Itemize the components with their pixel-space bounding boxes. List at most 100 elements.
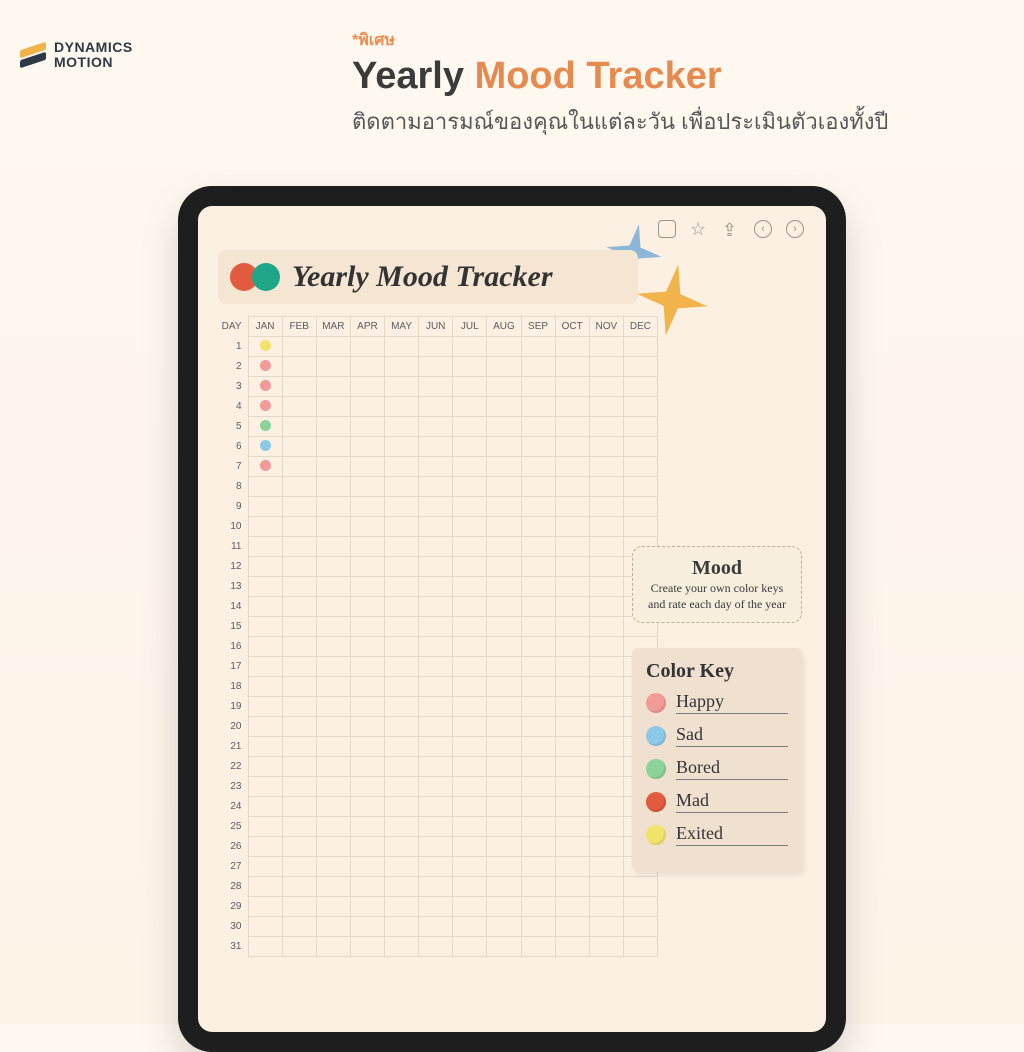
grid-cell[interactable] — [521, 757, 555, 777]
grid-cell[interactable] — [350, 897, 384, 917]
grid-cell[interactable] — [521, 397, 555, 417]
grid-cell[interactable] — [555, 477, 589, 497]
grid-cell[interactable] — [521, 537, 555, 557]
grid-cell[interactable] — [555, 877, 589, 897]
grid-cell[interactable] — [487, 797, 521, 817]
grid-cell[interactable] — [453, 537, 487, 557]
grid-cell[interactable] — [282, 817, 316, 837]
grid-cell[interactable] — [316, 757, 350, 777]
grid-cell[interactable] — [521, 937, 555, 957]
grid-cell[interactable] — [419, 897, 453, 917]
grid-cell[interactable] — [316, 877, 350, 897]
grid-cell[interactable] — [487, 897, 521, 917]
grid-cell[interactable] — [453, 457, 487, 477]
grid-cell[interactable] — [521, 597, 555, 617]
grid-cell[interactable] — [589, 737, 623, 757]
grid-cell[interactable] — [248, 677, 282, 697]
grid-cell[interactable] — [623, 477, 657, 497]
grid-cell[interactable] — [623, 497, 657, 517]
grid-cell[interactable] — [589, 417, 623, 437]
grid-cell[interactable] — [248, 457, 282, 477]
grid-cell[interactable] — [350, 557, 384, 577]
grid-cell[interactable] — [453, 877, 487, 897]
grid-cell[interactable] — [453, 837, 487, 857]
grid-cell[interactable] — [487, 477, 521, 497]
grid-cell[interactable] — [487, 677, 521, 697]
grid-cell[interactable] — [453, 517, 487, 537]
grid-cell[interactable] — [282, 537, 316, 557]
grid-cell[interactable] — [555, 377, 589, 397]
grid-cell[interactable] — [282, 497, 316, 517]
grid-cell[interactable] — [555, 897, 589, 917]
grid-cell[interactable] — [316, 597, 350, 617]
grid-cell[interactable] — [419, 777, 453, 797]
grid-cell[interactable] — [385, 617, 419, 637]
grid-cell[interactable] — [555, 357, 589, 377]
grid-cell[interactable] — [521, 477, 555, 497]
grid-cell[interactable] — [487, 937, 521, 957]
grid-cell[interactable] — [248, 897, 282, 917]
grid-cell[interactable] — [453, 377, 487, 397]
grid-cell[interactable] — [453, 917, 487, 937]
grid-cell[interactable] — [487, 877, 521, 897]
grid-cell[interactable] — [453, 357, 487, 377]
grid-cell[interactable] — [248, 697, 282, 717]
grid-cell[interactable] — [282, 877, 316, 897]
grid-cell[interactable] — [316, 617, 350, 637]
grid-cell[interactable] — [487, 437, 521, 457]
grid-cell[interactable] — [521, 377, 555, 397]
grid-cell[interactable] — [316, 437, 350, 457]
grid-cell[interactable] — [555, 537, 589, 557]
grid-cell[interactable] — [419, 677, 453, 697]
prev-button[interactable]: ‹ — [754, 220, 772, 238]
grid-cell[interactable] — [589, 797, 623, 817]
grid-cell[interactable] — [487, 697, 521, 717]
grid-cell[interactable] — [487, 657, 521, 677]
grid-cell[interactable] — [282, 857, 316, 877]
grid-cell[interactable] — [555, 737, 589, 757]
grid-cell[interactable] — [419, 637, 453, 657]
grid-cell[interactable] — [385, 337, 419, 357]
grid-cell[interactable] — [521, 557, 555, 577]
grid-cell[interactable] — [555, 557, 589, 577]
grid-cell[interactable] — [487, 817, 521, 837]
grid-cell[interactable] — [589, 597, 623, 617]
grid-cell[interactable] — [385, 697, 419, 717]
grid-cell[interactable] — [385, 557, 419, 577]
grid-cell[interactable] — [282, 697, 316, 717]
grid-cell[interactable] — [385, 397, 419, 417]
grid-cell[interactable] — [282, 477, 316, 497]
grid-cell[interactable] — [589, 757, 623, 777]
grid-cell[interactable] — [419, 617, 453, 637]
grid-cell[interactable] — [521, 497, 555, 517]
grid-cell[interactable] — [282, 337, 316, 357]
grid-cell[interactable] — [487, 417, 521, 437]
grid-cell[interactable] — [316, 517, 350, 537]
grid-cell[interactable] — [521, 677, 555, 697]
grid-cell[interactable] — [248, 557, 282, 577]
grid-cell[interactable] — [555, 337, 589, 357]
grid-cell[interactable] — [248, 397, 282, 417]
grid-cell[interactable] — [589, 637, 623, 657]
grid-cell[interactable] — [385, 857, 419, 877]
grid-cell[interactable] — [487, 737, 521, 757]
grid-cell[interactable] — [623, 937, 657, 957]
grid-cell[interactable] — [555, 757, 589, 777]
grid-cell[interactable] — [521, 637, 555, 657]
grid-cell[interactable] — [282, 617, 316, 637]
share-icon[interactable] — [722, 220, 740, 238]
grid-cell[interactable] — [419, 337, 453, 357]
grid-cell[interactable] — [419, 837, 453, 857]
grid-cell[interactable] — [521, 577, 555, 597]
grid-cell[interactable] — [521, 357, 555, 377]
grid-cell[interactable] — [316, 897, 350, 917]
grid-cell[interactable] — [316, 477, 350, 497]
grid-cell[interactable] — [385, 757, 419, 777]
grid-cell[interactable] — [350, 657, 384, 677]
grid-cell[interactable] — [521, 337, 555, 357]
grid-cell[interactable] — [350, 337, 384, 357]
grid-cell[interactable] — [350, 717, 384, 737]
grid-cell[interactable] — [487, 337, 521, 357]
grid-cell[interactable] — [623, 517, 657, 537]
grid-cell[interactable] — [350, 597, 384, 617]
